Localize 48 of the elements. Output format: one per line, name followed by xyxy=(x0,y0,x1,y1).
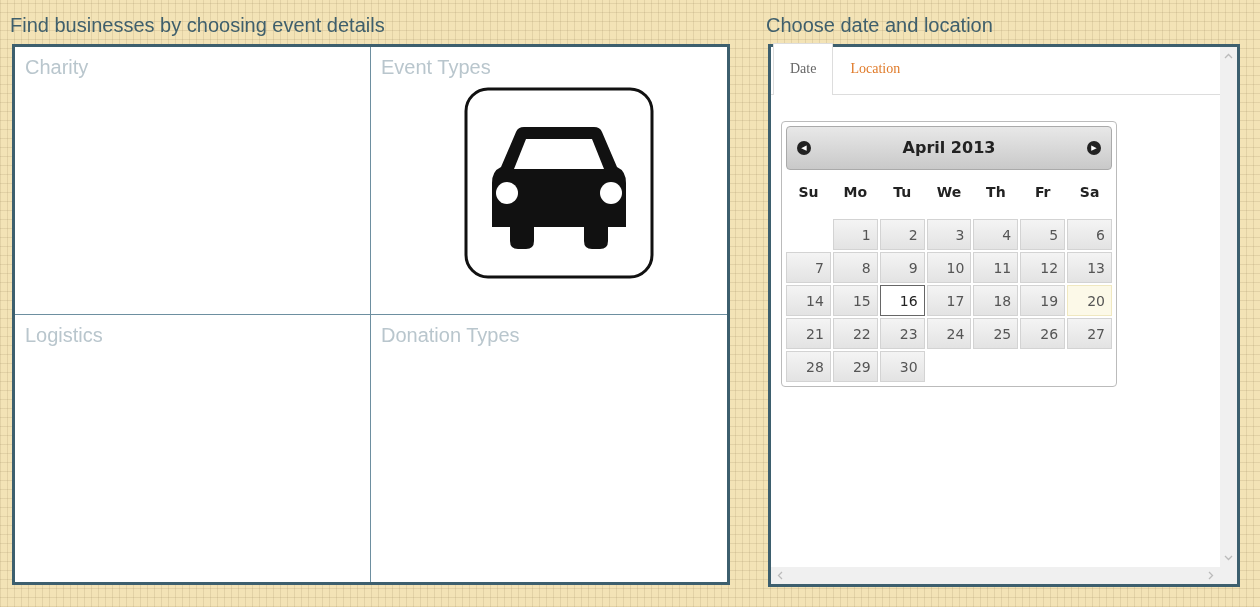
calendar-day[interactable]: 21 xyxy=(786,318,831,349)
weekday-label: We xyxy=(936,183,962,202)
scroll-right-icon[interactable] xyxy=(1208,571,1214,580)
calendar-day[interactable]: 6 xyxy=(1067,219,1112,250)
calendar-day[interactable]: 2 xyxy=(879,219,925,250)
calendar-day[interactable]: 4 xyxy=(973,219,1019,250)
vertical-scrollbar[interactable] xyxy=(1220,47,1237,567)
horizontal-scrollbar[interactable] xyxy=(771,567,1220,584)
calendar-day[interactable]: 3 xyxy=(926,219,972,250)
calendar-day[interactable]: 27 xyxy=(1067,318,1112,349)
calendar-day[interactable]: 18 xyxy=(973,285,1019,316)
calendar-day[interactable]: 20 xyxy=(1067,285,1112,316)
weekday-label: Fr xyxy=(1034,183,1051,202)
scroll-left-icon[interactable] xyxy=(777,571,783,580)
weekday-label: Sa xyxy=(1079,183,1100,202)
scroll-up-icon[interactable] xyxy=(1224,53,1233,59)
calendar-day[interactable]: 30 xyxy=(879,351,925,382)
calendar-day[interactable]: 19 xyxy=(1020,285,1066,316)
calendar-day[interactable]: 12 xyxy=(1020,252,1066,283)
scroll-down-icon[interactable] xyxy=(1224,555,1233,561)
calendar-day[interactable]: 23 xyxy=(879,318,925,349)
calendar-day[interactable]: 25 xyxy=(973,318,1019,349)
calendar-day[interactable]: 24 xyxy=(926,318,972,349)
calendar-day[interactable]: 28 xyxy=(786,351,831,382)
calendar-day[interactable]: 17 xyxy=(926,285,972,316)
calendar-day[interactable]: 10 xyxy=(926,252,972,283)
calendar-day[interactable]: 7 xyxy=(786,252,831,283)
calendar-day[interactable]: 11 xyxy=(973,252,1019,283)
calendar-day[interactable]: 9 xyxy=(879,252,925,283)
weekday-label: Su xyxy=(798,183,819,202)
weekday-label: Mo xyxy=(843,183,868,202)
weekday-label: Th xyxy=(986,183,1006,202)
calendar-day[interactable]: 15 xyxy=(832,285,878,316)
weekday-label: Tu xyxy=(893,183,912,202)
calendar-day[interactable]: 29 xyxy=(832,351,878,382)
panel-title: Choose date and location xyxy=(766,13,994,38)
car-icon[interactable] xyxy=(464,87,654,279)
month-title: April 2013 xyxy=(902,137,996,159)
calendar-day[interactable]: 22 xyxy=(832,318,878,349)
calendar-day[interactable]: 1 xyxy=(832,219,878,250)
calendar-day[interactable]: 14 xyxy=(786,285,831,316)
panel-title: Find businesses by choosing event details xyxy=(10,13,386,38)
calendar-day[interactable]: 8 xyxy=(832,252,878,283)
calendar-day[interactable]: 26 xyxy=(1020,318,1066,349)
calendar-day[interactable]: 13 xyxy=(1067,252,1112,283)
calendar-day[interactable]: 16 xyxy=(879,285,925,316)
tab[interactable]: Date xyxy=(773,43,834,95)
calendar-day[interactable]: 5 xyxy=(1020,219,1066,250)
